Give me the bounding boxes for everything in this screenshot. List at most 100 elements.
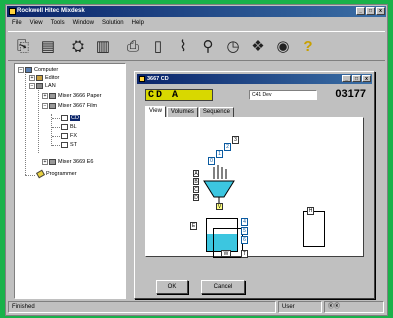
toolbar: ⎘ ▤ ⛭ ▥ ⎙ ▯ ⌇ ⚲ ◷ ❖ ◉ ? [8, 31, 385, 61]
status-message: Finished [8, 301, 276, 313]
tree-view: − Computer + Editor − LAN + Mixer 3666 P… [14, 63, 126, 299]
tree-item-programmer[interactable]: Programmer [35, 169, 77, 179]
tree-label: Mixer 3666 Paper [58, 93, 102, 99]
description-field[interactable]: C41 Dev [249, 90, 317, 100]
network-icon [36, 83, 43, 89]
printer-icon[interactable]: ▥ [92, 35, 114, 57]
tree-label: ST [70, 142, 78, 148]
collapse-icon[interactable]: − [18, 67, 24, 73]
expand-icon[interactable]: + [42, 93, 48, 99]
app-icon [9, 8, 16, 15]
binoculars-icon[interactable]: ⛭ [67, 35, 89, 57]
tank-h [303, 211, 325, 247]
tree-label: Programmer [46, 171, 77, 177]
tree-item-mixer-3666[interactable]: + Mixer 3666 Paper [42, 92, 101, 100]
valve-v[interactable]: V [216, 203, 223, 210]
expand-icon[interactable]: + [42, 159, 48, 165]
sensor-5[interactable]: 5 [241, 227, 248, 235]
tree-label: Mixer 3669 E6 [58, 159, 94, 165]
menu-file[interactable]: File [12, 18, 22, 28]
tree-label: Mixer 3667 Film [58, 103, 98, 109]
editor-icon [36, 75, 43, 81]
view-panel: 0 1 2 3 A B C D V E W 4 5 6 T H [145, 117, 364, 258]
document-icon [139, 76, 145, 82]
tree-label: Computer [34, 67, 59, 73]
input-d[interactable]: D [193, 194, 199, 201]
app-titlebar[interactable]: Rockwell Hitec Mixdesk _ □ x [7, 6, 386, 17]
minimize-button[interactable]: _ [356, 7, 365, 15]
tree-item-fx[interactable]: FX [61, 132, 77, 140]
save-icon[interactable]: ▤ [37, 35, 59, 57]
tree-item-mixer-3667[interactable]: − Mixer 3667 Film [42, 102, 97, 110]
tree-item-editor[interactable]: + Editor [29, 74, 59, 82]
child-window: 3667 CD _ □ x CD A C41 Dev 03177 View Vo… [134, 71, 375, 299]
tree-item-st[interactable]: ST [61, 141, 77, 149]
maximize-button[interactable]: □ [366, 7, 375, 15]
tree-label: Editor [45, 75, 60, 81]
tree-item-lan[interactable]: − LAN [29, 82, 56, 90]
cancel-button[interactable]: Cancel [201, 280, 245, 294]
status-user: User [278, 301, 322, 313]
mixer-icon [49, 93, 56, 99]
tree-item-mixer-3669[interactable]: + Mixer 3669 E6 [42, 158, 93, 166]
block-h[interactable]: H [307, 207, 314, 215]
programmer-icon [35, 169, 46, 179]
tank-w[interactable]: W [221, 250, 231, 257]
channel-display: CD A [145, 89, 213, 101]
tree-item-bl[interactable]: BL [61, 123, 77, 131]
channel-icon [61, 142, 68, 148]
tree-item-computer[interactable]: − Computer [18, 66, 58, 74]
globe-icon[interactable]: ◉ [272, 35, 294, 57]
app-title: Rockwell Hitec Mixdesk [17, 8, 85, 14]
channel-icon [61, 124, 68, 130]
close-button[interactable]: x [376, 7, 385, 15]
sensor-4[interactable]: 4 [241, 218, 248, 226]
tree-label: LAN [45, 83, 56, 89]
input-e[interactable]: E [190, 222, 197, 230]
channel-icon [61, 133, 68, 139]
computer-icon [25, 67, 32, 73]
help-icon[interactable]: ? [297, 35, 319, 57]
input-c[interactable]: C [193, 186, 199, 193]
menu-tools[interactable]: Tools [51, 18, 65, 28]
document-icon[interactable]: ▯ [147, 35, 169, 57]
menu-bar: File View Tools Window Solution Help [8, 18, 144, 28]
child-close-button[interactable]: x [362, 75, 371, 82]
open-icon[interactable]: ⎘ [12, 35, 34, 57]
collapse-icon[interactable]: − [29, 83, 35, 89]
print-icon[interactable]: ⎙ [122, 35, 144, 57]
child-maximize-button[interactable]: □ [352, 75, 361, 82]
sensor-6[interactable]: 6 [241, 236, 248, 244]
collapse-icon[interactable]: − [42, 103, 48, 109]
tree-label: BL [70, 124, 77, 130]
graph-icon[interactable]: ⌇ [172, 35, 194, 57]
menu-solution[interactable]: Solution [102, 18, 124, 28]
stair-block-3[interactable]: 3 [232, 136, 239, 144]
status-keyboard: ⓀⓀ [324, 301, 384, 313]
input-a[interactable]: A [193, 170, 199, 177]
channel-icon [61, 115, 68, 121]
mixer-icon [49, 159, 56, 165]
block-t[interactable]: T [241, 250, 248, 258]
menu-view[interactable]: View [30, 18, 43, 28]
expand-icon[interactable]: + [29, 75, 35, 81]
tree-label: FX [70, 133, 78, 139]
stair-block-1[interactable]: 1 [216, 150, 223, 158]
menu-help[interactable]: Help [132, 18, 144, 28]
child-titlebar[interactable]: 3667 CD _ □ x [137, 74, 372, 84]
menu-window[interactable]: Window [73, 18, 94, 28]
mixer-number: 03177 [335, 88, 366, 100]
status-bar: Finished User ⓀⓀ [8, 301, 385, 313]
child-minimize-button[interactable]: _ [342, 75, 351, 82]
tree-label: CD [70, 115, 80, 121]
network-icon[interactable]: ❖ [247, 35, 269, 57]
ok-button[interactable]: OK [156, 280, 188, 294]
tree-item-cd[interactable]: CD [61, 114, 80, 122]
mixer-icon [49, 103, 56, 109]
input-b[interactable]: B [193, 178, 199, 185]
stair-block-2[interactable]: 2 [224, 143, 231, 151]
child-title: 3667 CD [147, 76, 169, 82]
app-window: Rockwell Hitec Mixdesk _ □ x File View T… [5, 4, 388, 316]
wrench-icon[interactable]: ⚲ [197, 35, 219, 57]
clock-icon[interactable]: ◷ [222, 35, 244, 57]
